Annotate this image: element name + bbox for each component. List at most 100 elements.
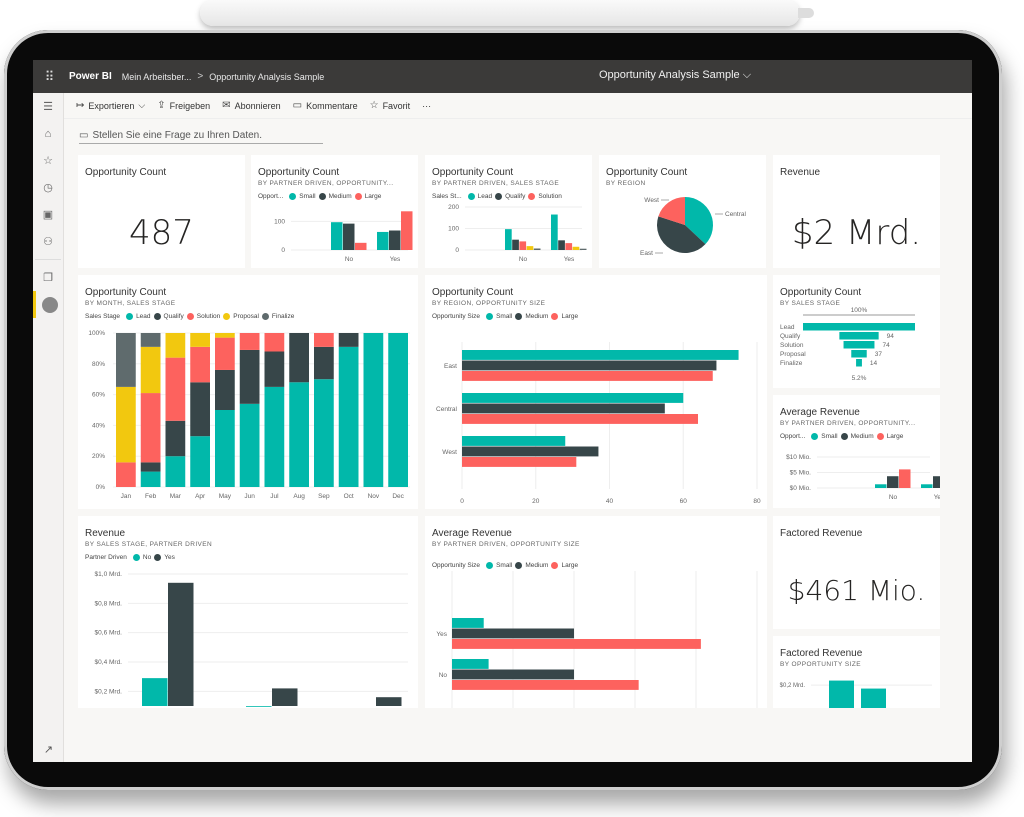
y-tick-label: 0 <box>281 247 285 254</box>
app-name[interactable]: Power BI <box>69 71 112 82</box>
subscribe-label: Abonnieren <box>234 100 281 111</box>
bar <box>462 371 713 381</box>
y-tick-label: $0,8 Mrd. <box>95 600 123 607</box>
bar <box>462 457 577 467</box>
y-tick-label: No <box>439 672 448 679</box>
report-title-dropdown[interactable]: Opportunity Analysis Sample ⌵ <box>599 69 751 82</box>
tile-c4[interactable]: Opportunity Count BY MONTH, SALES STAGE Sa… <box>78 275 418 509</box>
x-tick-label: 0 <box>460 498 464 505</box>
tile-c7[interactable]: Average Revenue BY PARTNER DRIVEN, OPPORT… <box>773 395 940 508</box>
tile-revenue-card[interactable]: Revenue $2 Mrd. <box>773 155 940 268</box>
comments-label: Kommentare <box>306 100 358 111</box>
favorite-button[interactable]: ☆ Favorit <box>370 100 410 111</box>
chart-svg: 0 100 No Yes <box>274 211 413 263</box>
tile-c9[interactable]: Average Revenue BY PARTNER DRIVEN, OPPORT… <box>425 516 767 708</box>
tile-factored-revenue-card[interactable]: Factored Revenue $461 Mio. <box>773 516 940 629</box>
tile-c6[interactable]: Opportunity Count BY SALES STAGE 100% Lead Q… <box>773 275 940 388</box>
star-icon[interactable]: ☆ <box>33 147 63 174</box>
tile-c8[interactable]: Revenue BY SALES STAGE, PARTNER DRIVEN Par… <box>78 516 418 708</box>
bar <box>579 248 587 250</box>
bar <box>875 484 887 488</box>
bar <box>899 469 911 488</box>
y-tick-label: 40% <box>92 422 105 429</box>
breadcrumb-workspace[interactable]: Mein Arbeitsber... <box>122 72 192 82</box>
bar <box>558 240 565 250</box>
comments-button[interactable]: ▭ Kommentare <box>293 100 358 111</box>
share-icon: ⇪ <box>157 100 166 111</box>
app-launcher-icon[interactable]: ⠿ <box>33 69 65 85</box>
tile-c3[interactable]: Opportunity Count BY REGION Central East Wes… <box>599 155 766 268</box>
share-button[interactable]: ⇪ Freigeben <box>157 100 210 111</box>
tile-c5[interactable]: Opportunity Count BY REGION, OPPORTUNITY … <box>425 275 767 509</box>
avatar <box>41 296 58 313</box>
tile-c2[interactable]: Opportunity Count BY PARTNER DRIVEN, SALE… <box>425 155 592 268</box>
bar <box>526 246 534 250</box>
chart-svg: $0,2 Mrd. $0,4 Mrd. $0,6 Mrd. $0,8 Mrd. $1,0… <box>95 571 408 707</box>
more-options-button[interactable]: ··· <box>422 101 431 111</box>
bar <box>142 678 168 706</box>
stacked-bar-segment <box>314 379 334 487</box>
bar <box>861 688 886 708</box>
comment-icon: ▭ <box>292 100 303 111</box>
funnel-category-label: Finalize <box>780 360 803 367</box>
subscribe-button[interactable]: ✉ Abonnieren <box>222 100 280 111</box>
comment-icon: ▭ <box>79 130 89 141</box>
apps-icon[interactable]: ▣ <box>33 201 63 228</box>
stacked-bar-segment <box>140 393 161 463</box>
x-tick-label: No <box>889 494 898 501</box>
bar <box>519 241 527 250</box>
bar <box>512 239 519 250</box>
export-icon: ↦ <box>76 100 85 111</box>
slice-label: East <box>640 250 653 257</box>
stacked-bar-segment <box>140 462 161 472</box>
chart-svg: 0% 20% 40% 60% 80% 100% Jan Feb Mar Apr May Jun Jul A… <box>88 330 410 500</box>
y-tick-label: Central <box>436 406 458 413</box>
funnel-bar <box>803 323 915 331</box>
qa-input[interactable]: ▭ Stellen Sie eine Frage zu Ihren Daten. <box>79 130 323 144</box>
tile-opportunity-count-card[interactable]: Opportunity Count 487 <box>78 155 245 268</box>
bar <box>462 403 665 414</box>
chart-svg: 0 100 200 No Yes <box>448 204 587 263</box>
stacked-bar-segment <box>140 346 161 394</box>
tile-title: Factored Revenue <box>780 528 863 539</box>
x-tick-label: Yes <box>934 494 940 501</box>
tile-c1[interactable]: Opportunity Count BY PARTNER DRIVEN, OPPO… <box>251 155 418 268</box>
home-icon[interactable]: ⌂ <box>33 120 63 147</box>
chart-svg: $0 Mio. $5 Mio. $10 Mio. No Yes <box>786 454 940 501</box>
y-tick-label: $0,6 Mrd. <box>95 630 123 637</box>
tile-c10[interactable]: Factored Revenue BY OPPORTUNITY SIZE $0,2 … <box>773 636 940 708</box>
y-tick-label: West <box>442 449 457 456</box>
stacked-bar-segment <box>264 386 285 487</box>
breadcrumb-report[interactable]: Opportunity Analysis Sample <box>209 72 324 82</box>
funnel-bar <box>843 341 875 349</box>
x-tick-label: May <box>219 493 232 500</box>
export-button[interactable]: ↦ Exportieren ⌵ <box>76 100 145 111</box>
bar <box>343 223 355 250</box>
stacked-bar-segment <box>215 410 235 487</box>
y-tick-label: 100 <box>448 226 459 233</box>
my-workspace-item[interactable] <box>33 291 63 318</box>
x-tick-label: Aug <box>293 493 305 500</box>
y-tick-label: $1,0 Mrd. <box>95 571 123 578</box>
bar <box>377 231 389 250</box>
x-tick-label: Dec <box>392 493 404 500</box>
mail-icon: ✉ <box>222 100 231 111</box>
y-tick-label: 100% <box>88 330 105 337</box>
x-tick-label: Mar <box>170 493 182 500</box>
y-tick-label: 20% <box>92 453 105 460</box>
stacked-bar-segment <box>264 351 285 387</box>
workspaces-icon[interactable]: ❐ <box>33 264 63 291</box>
bar <box>551 214 558 250</box>
bar <box>452 618 484 628</box>
bar <box>933 476 940 488</box>
y-tick-label: $0,2 Mrd. <box>95 688 123 695</box>
funnel-category-label: Lead <box>780 324 795 331</box>
x-tick-label: 40 <box>606 498 614 505</box>
x-tick-label: No <box>345 256 354 263</box>
menu-icon[interactable]: ☰ <box>33 93 63 120</box>
clock-icon[interactable]: ◷ <box>33 174 63 201</box>
tile-title: Revenue <box>780 167 821 178</box>
y-tick-label: 0 <box>455 247 459 254</box>
shared-icon[interactable]: ⚇ <box>33 228 63 255</box>
expand-icon[interactable]: ↗ <box>33 743 64 756</box>
